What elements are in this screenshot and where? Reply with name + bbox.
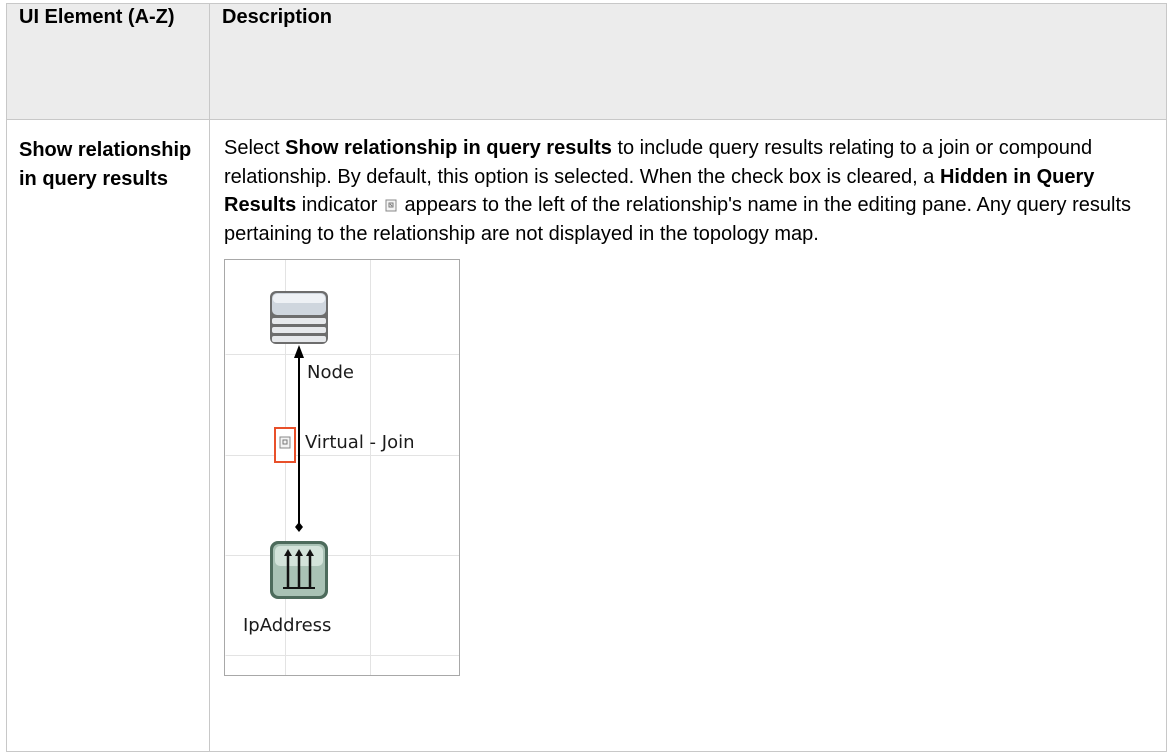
database-server-icon [270,291,328,344]
ip-address-icon [270,541,328,599]
desc-bold-option: Show relationship in query results [285,137,612,159]
table-row: Show relationship in query results Selec… [6,119,1167,752]
desc-text-3: indicator [296,194,378,216]
table-header-row: UI Element (A-Z) Description [6,3,1167,120]
grid-lines [225,260,459,675]
edge-label: Virtual - Join [305,432,415,453]
ui-element-table: UI Element (A-Z) Description Show relati… [6,3,1167,752]
header-ui-element: UI Element (A-Z) [6,3,210,120]
description-text: Select Show relationship in query result… [224,134,1146,248]
topology-figure: Node Virtual - Join IpAddress [224,259,460,676]
hidden-in-query-results-icon [385,199,397,212]
header-description: Description [209,3,1167,120]
ip-address-label: IpAddress [243,615,332,636]
hidden-indicator-highlight [274,427,296,463]
desc-text-1: Select [224,137,286,159]
ui-element-description: Select Show relationship in query result… [209,119,1167,752]
node-label: Node [307,362,354,383]
topology-graphic [225,260,459,675]
ui-element-name: Show relationship in query results [6,119,210,752]
